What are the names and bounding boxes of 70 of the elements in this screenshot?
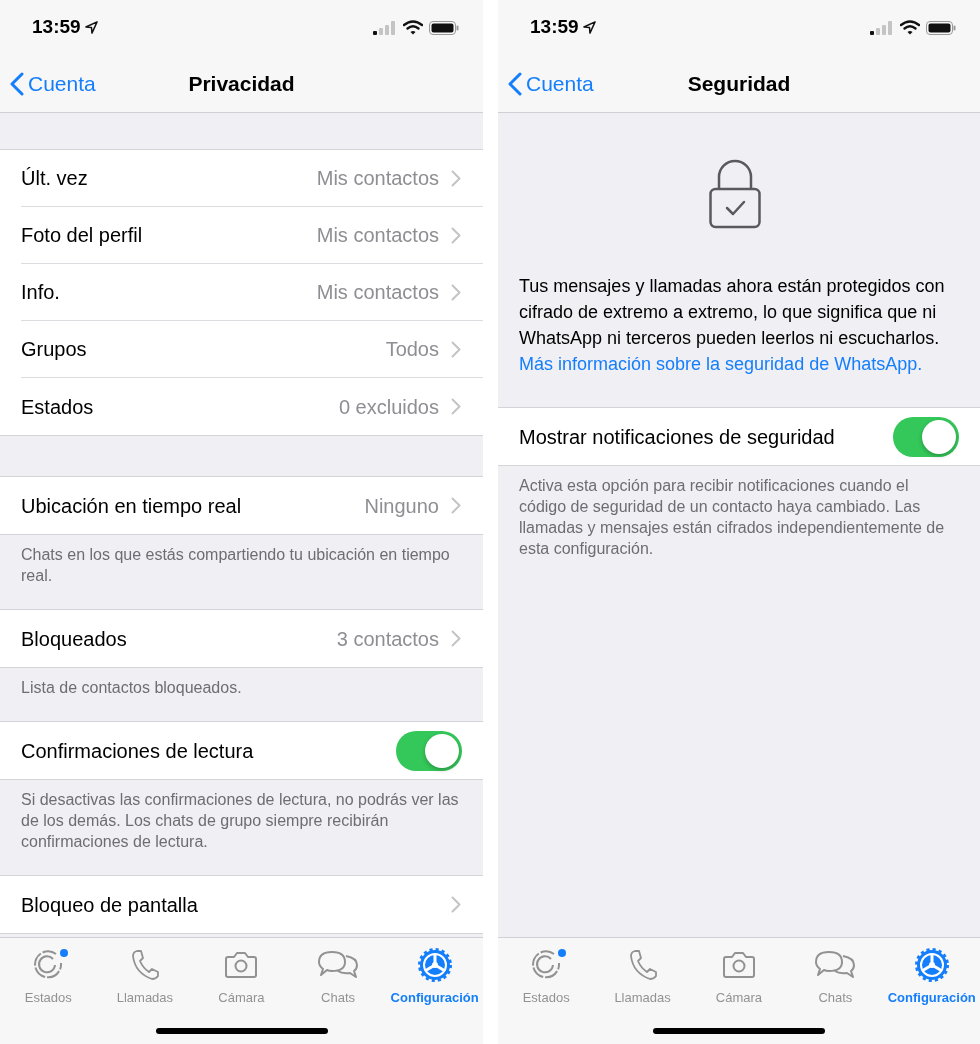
row-value: Mis contactos <box>316 280 439 305</box>
location-arrow-icon <box>582 21 596 34</box>
toggle-switch[interactable] <box>396 730 462 771</box>
tab-item[interactable]: Chats <box>788 946 883 1008</box>
chevron-right-icon <box>451 169 461 187</box>
phone-icon <box>129 949 160 981</box>
tab-item[interactable]: Chats <box>291 946 386 1008</box>
row-value: Todos <box>385 337 439 362</box>
tab-item[interactable]: Llamadas <box>595 946 690 1008</box>
row-label: Foto del perfil <box>21 223 143 248</box>
row-label: Bloqueados <box>21 626 127 652</box>
section-footer: Activa esta opción para recibir notificaciones cuando el código de seguridad de un contacto haya cambiado. Las llamadas y mensajes están cifrados independientemente de esta configuración. <box>498 466 980 582</box>
back-button[interactable]: Cuenta <box>0 67 96 100</box>
wifi-icon <box>403 20 423 35</box>
camera-icon <box>224 951 259 979</box>
intro-text: Tus mensajes y llamadas ahora están protegidos con cifrado de extremo a extremo, lo que significa que ni WhatsApp ni terceros pueden leerlos ni escucharlos. Más información sobre la seguridad de WhatsApp. <box>519 275 946 376</box>
nav-title: Privacidad <box>188 70 295 97</box>
tab-item[interactable]: Estados <box>499 946 594 1008</box>
row-label: Grupos <box>21 337 87 362</box>
tab-item[interactable]: Llamadas <box>97 946 192 1008</box>
section-footer: Si desactivas las confirmaciones de lectura, no podrás ver las de los demás. Los chats de grupo siempre recibirán confirmaciones de lectura. <box>0 780 483 875</box>
tab-item[interactable]: Cámara <box>691 946 786 1008</box>
chevron-right-icon <box>451 630 461 647</box>
chat-bubbles-icon <box>814 949 857 981</box>
section-footer: Chats en los que estás compartiendo tu ubicación en tiempo real. <box>0 535 483 609</box>
camera-icon <box>721 951 756 979</box>
row-value: 3 contactos <box>336 626 439 652</box>
status-time: 13:59 <box>32 15 81 40</box>
chevron-left-icon <box>508 71 522 96</box>
row-label: Mostrar notificaciones de seguridad <box>519 424 835 450</box>
padlock-icon <box>708 159 761 229</box>
chevron-right-icon <box>451 398 461 415</box>
battery-icon <box>926 20 956 35</box>
row-label: Ubicación en tiempo real <box>21 493 242 519</box>
security-info-link[interactable]: Más información sobre la seguridad de WhatsApp. <box>519 354 923 374</box>
phone-icon <box>627 949 658 981</box>
row-value: 0 excluidos <box>338 394 439 420</box>
gear-icon <box>913 947 950 983</box>
section-footer: Lista de contactos bloqueados. <box>0 668 483 721</box>
location-arrow-icon <box>84 21 98 34</box>
status-ring-icon <box>32 949 65 981</box>
row-label: Bloqueo de pantalla <box>21 892 198 918</box>
chevron-right-icon <box>451 283 461 301</box>
row-value: Mis contactos <box>316 166 439 191</box>
signal-icon <box>373 20 397 35</box>
signal-icon <box>870 20 894 35</box>
battery-icon <box>429 20 459 35</box>
back-button[interactable]: Cuenta <box>498 67 594 100</box>
tab-item[interactable]: Estados <box>1 946 96 1008</box>
chevron-right-icon <box>451 340 461 358</box>
row-value: Mis contactos <box>316 223 439 248</box>
row-label: Confirmaciones de lectura <box>21 738 254 764</box>
chat-bubbles-icon <box>317 949 360 981</box>
chevron-right-icon <box>451 497 461 514</box>
tab-item[interactable]: Configuración <box>387 946 482 1008</box>
row-value: Ninguno <box>364 493 439 519</box>
toggle-switch[interactable] <box>893 416 959 457</box>
chevron-left-icon <box>10 71 24 96</box>
chevron-right-icon <box>451 226 461 244</box>
row-label: Info. <box>21 280 60 305</box>
tab-item[interactable]: Cámara <box>194 946 289 1008</box>
chevron-right-icon <box>451 896 461 913</box>
wifi-icon <box>900 20 920 35</box>
gear-icon <box>416 947 453 983</box>
row-label: Estados <box>21 394 94 420</box>
tab-item[interactable]: Configuración <box>884 946 979 1008</box>
row-label: Últ. vez <box>21 166 88 191</box>
status-time: 13:59 <box>530 15 579 40</box>
status-ring-icon <box>530 949 563 981</box>
nav-title: Seguridad <box>687 70 791 97</box>
